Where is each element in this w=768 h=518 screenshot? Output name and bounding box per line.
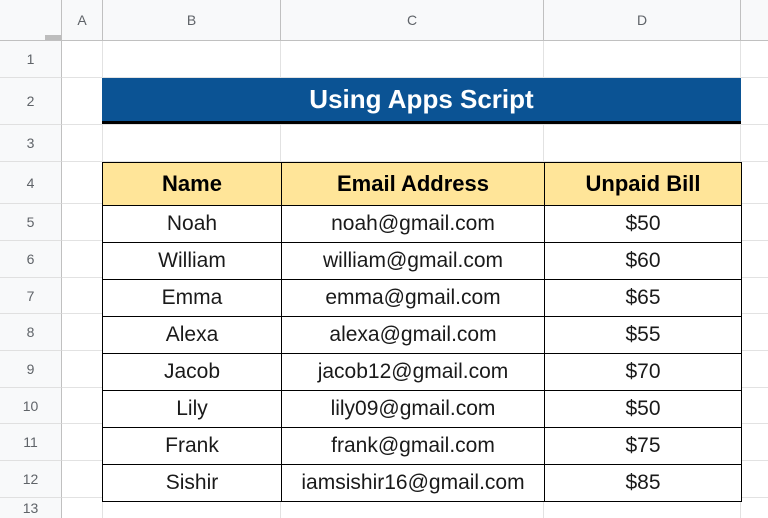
cell-bill[interactable]: $55 bbox=[544, 316, 742, 354]
cell-bill[interactable]: $85 bbox=[544, 464, 742, 502]
row-header-7[interactable]: 7 bbox=[0, 278, 62, 314]
cell-name[interactable]: Noah bbox=[102, 205, 282, 243]
cell-name[interactable]: William bbox=[102, 242, 282, 280]
column-header-b[interactable]: B bbox=[103, 0, 281, 41]
column-header-e[interactable] bbox=[741, 0, 768, 41]
cell-bill[interactable]: $70 bbox=[544, 353, 742, 391]
header-bill[interactable]: Unpaid Bill bbox=[544, 162, 742, 206]
row-header-1[interactable]: 1 bbox=[0, 41, 62, 78]
title-banner: Using Apps Script bbox=[102, 78, 741, 124]
column-header-c[interactable]: C bbox=[281, 0, 544, 41]
table-row: William william@gmail.com $60 bbox=[102, 242, 742, 280]
row-header-9[interactable]: 9 bbox=[0, 351, 62, 388]
row-header-2[interactable]: 2 bbox=[0, 78, 62, 125]
table-row: Lily lily09@gmail.com $50 bbox=[102, 390, 742, 428]
row-header-3[interactable]: 3 bbox=[0, 125, 62, 162]
table-row: Frank frank@gmail.com $75 bbox=[102, 427, 742, 465]
column-header-a[interactable]: A bbox=[62, 0, 103, 41]
corner-marker bbox=[45, 35, 61, 40]
cell-email[interactable]: alexa@gmail.com bbox=[281, 316, 545, 354]
row-header-13[interactable]: 13 bbox=[0, 498, 62, 518]
cell-name[interactable]: Sishir bbox=[102, 464, 282, 502]
cell-bill[interactable]: $65 bbox=[544, 279, 742, 317]
row-header-11[interactable]: 11 bbox=[0, 424, 62, 461]
row-header-10[interactable]: 10 bbox=[0, 388, 62, 424]
cell-email[interactable]: iamsishir16@gmail.com bbox=[281, 464, 545, 502]
cell-email[interactable]: noah@gmail.com bbox=[281, 205, 545, 243]
cell-bill[interactable]: $50 bbox=[544, 205, 742, 243]
row-header-6[interactable]: 6 bbox=[0, 241, 62, 278]
bill-table: Name Email Address Unpaid Bill Noah noah… bbox=[102, 162, 742, 502]
cell-name[interactable]: Lily bbox=[102, 390, 282, 428]
row-header-4[interactable]: 4 bbox=[0, 162, 62, 204]
spreadsheet: A B C D 1 2 3 4 5 6 7 8 9 10 11 12 13 Us… bbox=[0, 0, 768, 518]
row-header-5[interactable]: 5 bbox=[0, 204, 62, 241]
cell-name[interactable]: Alexa bbox=[102, 316, 282, 354]
column-header-d[interactable]: D bbox=[544, 0, 741, 41]
table-row: Alexa alexa@gmail.com $55 bbox=[102, 316, 742, 354]
table-row: Jacob jacob12@gmail.com $70 bbox=[102, 353, 742, 391]
cell-bill[interactable]: $60 bbox=[544, 242, 742, 280]
header-email[interactable]: Email Address bbox=[281, 162, 545, 206]
cell-bill[interactable]: $50 bbox=[544, 390, 742, 428]
cell-name[interactable]: Emma bbox=[102, 279, 282, 317]
cell-email[interactable]: lily09@gmail.com bbox=[281, 390, 545, 428]
cell-bill[interactable]: $75 bbox=[544, 427, 742, 465]
header-name[interactable]: Name bbox=[102, 162, 282, 206]
cell-name[interactable]: Frank bbox=[102, 427, 282, 465]
select-all-corner[interactable] bbox=[0, 0, 62, 41]
cell-email[interactable]: jacob12@gmail.com bbox=[281, 353, 545, 391]
cell-name[interactable]: Jacob bbox=[102, 353, 282, 391]
cell-email[interactable]: frank@gmail.com bbox=[281, 427, 545, 465]
table-header-row: Name Email Address Unpaid Bill bbox=[102, 162, 742, 206]
cell-email[interactable]: william@gmail.com bbox=[281, 242, 545, 280]
table-row: Emma emma@gmail.com $65 bbox=[102, 279, 742, 317]
table-row: Sishir iamsishir16@gmail.com $85 bbox=[102, 464, 742, 502]
table-row: Noah noah@gmail.com $50 bbox=[102, 205, 742, 243]
row-header-8[interactable]: 8 bbox=[0, 314, 62, 351]
row-header-12[interactable]: 12 bbox=[0, 461, 62, 498]
cell-email[interactable]: emma@gmail.com bbox=[281, 279, 545, 317]
